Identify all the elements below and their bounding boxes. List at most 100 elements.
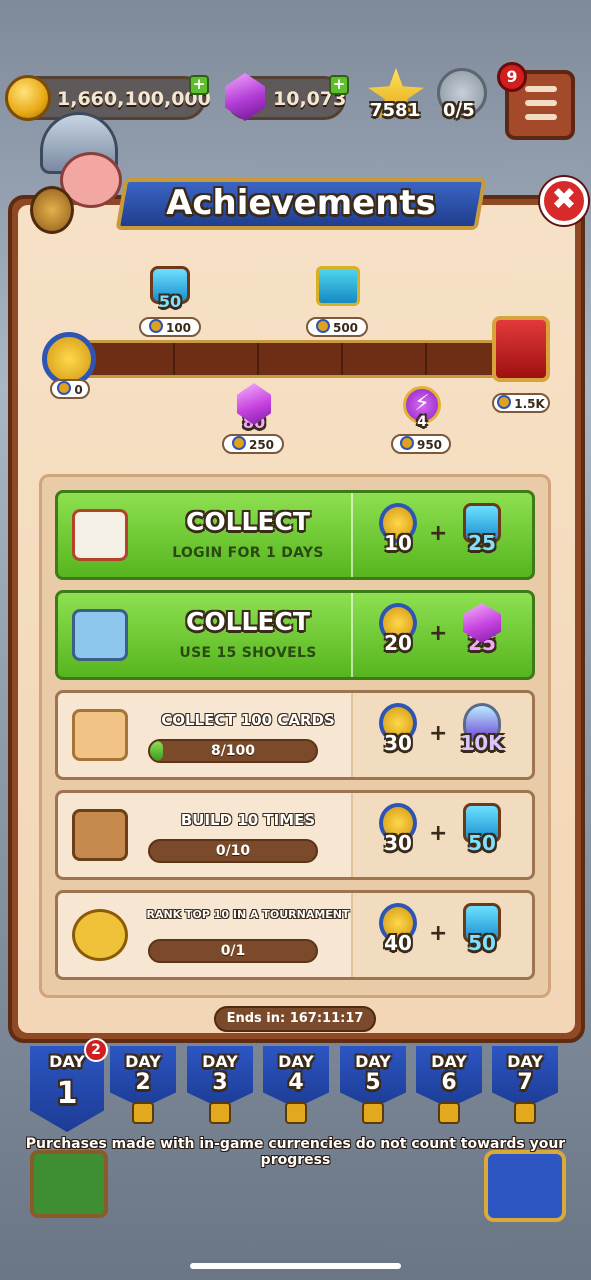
progress-text: 0/10 [215, 843, 251, 859]
achievement-medal-icon [42, 332, 96, 386]
cards-icon [72, 709, 128, 761]
collect-button[interactable]: COLLECT [148, 507, 348, 536]
plus-sign: + [429, 621, 448, 646]
item-reward: 10K [457, 703, 507, 767]
plus-sign: + [429, 921, 448, 946]
menu-icon-bar [525, 114, 557, 120]
task-rewards: 40 + 50 [351, 893, 532, 977]
task-title: BUILD 10 TIMES [180, 811, 316, 829]
reward-amount: 50 [468, 831, 496, 855]
track-divider [341, 343, 343, 375]
shovels-icon [72, 609, 128, 661]
day-label: DAY [431, 1052, 467, 1071]
panel-title: Achievements [166, 183, 436, 223]
star-amount: 7581 [370, 100, 421, 121]
menu-notification-badge: 9 [497, 62, 527, 92]
day-label: DAY [202, 1052, 238, 1071]
round-shield-icon [30, 186, 74, 234]
plus-sign: + [429, 721, 448, 746]
lock-icon [285, 1102, 307, 1124]
reward-amount: 10K [460, 731, 504, 755]
day-label: DAY [125, 1052, 161, 1071]
task-rewards: 20 + 25 [351, 593, 532, 677]
tab-day-6[interactable]: DAY 6 [416, 1046, 482, 1108]
lock-icon [362, 1102, 384, 1124]
gem-balance[interactable]: 10,073 + [225, 73, 349, 121]
points-reward: 10 [373, 503, 423, 567]
milestone-start-points: 0 [50, 379, 90, 399]
task-row[interactable]: COLLECT USE 15 SHOVELS 20 + 25 [55, 590, 535, 680]
trophy-icon [72, 909, 128, 961]
points-amount: 30 [384, 831, 412, 855]
add-gems-button[interactable]: + [329, 75, 349, 95]
tab-day-3[interactable]: DAY 3 [187, 1046, 253, 1108]
progress-text: 0/1 [220, 943, 246, 959]
milestone-points: 250 [222, 434, 284, 454]
milestone-reward[interactable]: ⚡ 4 [398, 386, 446, 430]
day-label: DAY [278, 1052, 314, 1071]
points-reward: 30 [373, 703, 423, 767]
menu-button[interactable]: 9 [497, 62, 575, 140]
tab-day-5[interactable]: DAY 5 [340, 1046, 406, 1108]
chest-icon [316, 266, 360, 306]
points-amount: 40 [384, 931, 412, 955]
task-progress-bar: 0/1 [148, 939, 318, 963]
milestone-points: 950 [391, 434, 451, 454]
day-number: 2 [135, 1070, 151, 1095]
task-title: COLLECT 100 CARDS [161, 711, 335, 729]
shield-counter[interactable]: 0/5 [437, 68, 491, 128]
task-row: RANK TOP 10 IN A TOURNAMENT 0/1 40 + 50 [55, 890, 535, 980]
plus-sign: + [429, 521, 448, 546]
track-divider [425, 343, 427, 375]
points-reward: 20 [373, 603, 423, 667]
task-description: LOGIN FOR 1 DAYS [172, 545, 324, 561]
day-number: 7 [517, 1070, 533, 1095]
disclaimer-text: Purchases made with in-game currencies d… [25, 1136, 566, 1168]
track-divider [257, 343, 259, 375]
item-reward: 25 [457, 503, 507, 567]
milestone-reward[interactable]: 80 [230, 383, 278, 432]
lock-icon [209, 1102, 231, 1124]
task-rewards: 30 + 50 [351, 793, 532, 877]
milestone-reward[interactable]: 50 [146, 266, 194, 311]
milestone-points: 100 [139, 317, 201, 337]
day-number: 6 [441, 1070, 457, 1095]
day-label: DAY [507, 1052, 543, 1071]
task-row[interactable]: COLLECT LOGIN FOR 1 DAYS 10 + 25 [55, 490, 535, 580]
reward-amount: 25 [468, 531, 496, 555]
lock-icon [132, 1102, 154, 1124]
day-number: 5 [365, 1070, 381, 1095]
add-coins-button[interactable]: + [189, 75, 209, 95]
coin-amount: 1,660,100,000 [57, 88, 211, 110]
final-chest-icon[interactable] [492, 316, 550, 382]
task-progress-bar: 8/100 [148, 739, 318, 763]
progress-text: 8/100 [210, 743, 256, 759]
achievement-progress-track [66, 340, 506, 378]
task-description: USE 15 SHOVELS [179, 645, 317, 661]
task-rewards: 10 + 25 [351, 493, 532, 577]
home-indicator[interactable] [190, 1263, 401, 1269]
item-reward: 25 [457, 603, 507, 667]
points-amount: 30 [384, 731, 412, 755]
track-divider [173, 343, 175, 375]
day-number: 3 [212, 1070, 228, 1095]
viking-pig-mascot [30, 112, 140, 242]
item-reward: 50 [457, 803, 507, 867]
milestone-points: 500 [306, 317, 368, 337]
lock-icon [514, 1102, 536, 1124]
close-button[interactable]: ✖ [540, 177, 588, 225]
day-label: DAY [355, 1052, 391, 1071]
day-number: 4 [288, 1070, 304, 1095]
star-counter[interactable]: 7581 [368, 68, 428, 128]
points-reward: 30 [373, 803, 423, 867]
collect-button[interactable]: COLLECT [148, 607, 348, 636]
task-row: BUILD 10 TIMES 0/10 30 + 50 [55, 790, 535, 880]
points-reward: 40 [373, 903, 423, 967]
day-notification-badge: 2 [84, 1038, 108, 1062]
tab-day-2[interactable]: DAY 2 [110, 1046, 176, 1108]
tab-day-4[interactable]: DAY 4 [263, 1046, 329, 1108]
milestone-reward[interactable] [314, 266, 362, 306]
task-row: COLLECT 100 CARDS 8/100 30 + 10K [55, 690, 535, 780]
tab-day-7[interactable]: DAY 7 [492, 1046, 558, 1108]
gem-icon [225, 73, 265, 121]
